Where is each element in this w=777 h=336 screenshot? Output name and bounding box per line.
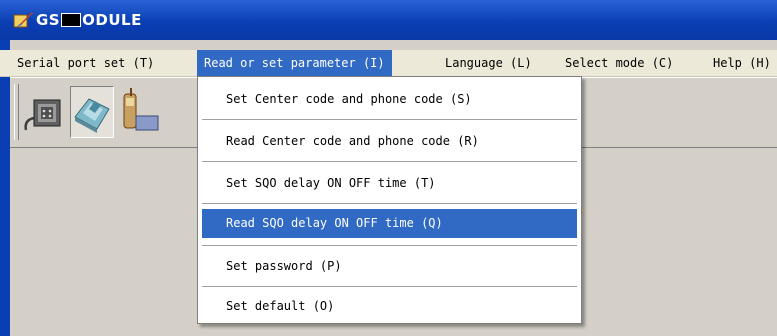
menu-item-set-default[interactable]: Set default (O) — [202, 292, 577, 321]
modem-icon — [71, 98, 113, 140]
phone-icon — [116, 88, 160, 141]
window-left-border — [0, 40, 10, 336]
phone-button[interactable] — [116, 86, 160, 138]
title-bar[interactable]: GS ODULE — [0, 0, 777, 40]
menu-separator — [202, 161, 577, 162]
window-title: GS ODULE — [36, 11, 142, 29]
menu-separator — [202, 119, 577, 120]
menu-separator — [202, 203, 577, 204]
menu-separator — [202, 286, 577, 287]
menu-item-set-password[interactable]: Set password (P) — [202, 252, 577, 281]
redacted-block — [61, 13, 82, 27]
parameter-dropdown-menu: Set Center code and phone code (S) Read … — [197, 76, 582, 324]
toolbar-grip[interactable] — [14, 84, 19, 140]
menu-bar: Serial port set (T) Read or set paramete… — [0, 50, 777, 77]
menu-separator — [202, 245, 577, 246]
menu-help[interactable]: Help (H) — [706, 50, 777, 76]
menu-item-set-sqo-delay[interactable]: Set SQO delay ON OFF time (T) — [202, 169, 577, 198]
serial-port-button[interactable] — [22, 86, 66, 138]
app-icon — [12, 10, 34, 30]
menu-language[interactable]: Language (L) — [438, 50, 539, 76]
menu-select-mode[interactable]: Select mode (C) — [558, 50, 680, 76]
menu-item-set-center-code[interactable]: Set Center code and phone code (S) — [202, 85, 577, 114]
menu-item-read-sqo-delay[interactable]: Read SQO delay ON OFF time (Q) — [202, 209, 577, 238]
menu-serial-port-set[interactable]: Serial port set (T) — [10, 50, 161, 76]
serial-port-icon — [22, 99, 66, 141]
menu-item-read-center-code[interactable]: Read Center code and phone code (R) — [202, 127, 577, 156]
menu-read-or-set-parameter[interactable]: Read or set parameter (I) — [197, 50, 392, 76]
modem-button[interactable] — [70, 86, 114, 138]
